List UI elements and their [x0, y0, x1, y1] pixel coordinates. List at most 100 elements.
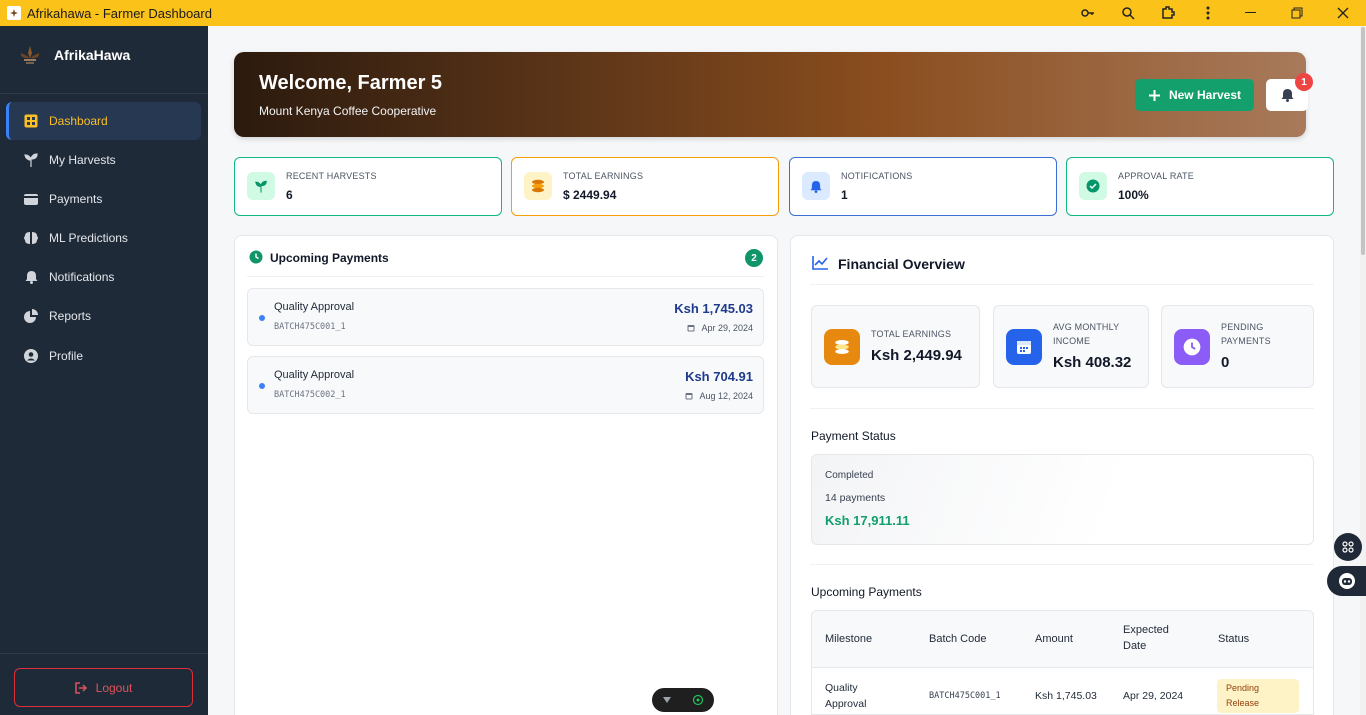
wallet-icon [21, 193, 41, 206]
stat-label: TOTAL EARNINGS [563, 171, 644, 181]
status-badge: Pending Release [1217, 679, 1299, 713]
key-icon[interactable] [1068, 0, 1108, 26]
coffee-logo-icon [21, 46, 39, 64]
badge-line: Release [1226, 698, 1260, 708]
upcoming-count-badge: 2 [745, 249, 763, 267]
stat-value: 100% [1118, 188, 1149, 202]
financial-overview-title: Financial Overview [838, 256, 965, 272]
command-shortcut-button[interactable] [1334, 533, 1362, 561]
stat-label: APPROVAL RATE [1118, 171, 1194, 181]
sidebar-item-label: My Harvests [49, 153, 116, 167]
payment-date-text: Apr 29, 2024 [701, 323, 753, 333]
finance-card-total-earnings: TOTAL EARNINGS Ksh 2,449.94 [811, 305, 980, 388]
panel-divider [810, 564, 1314, 565]
sidebar: AfrikaHawa Dashboard My Harvests Payment… [0, 26, 208, 715]
minimize-button[interactable] [1228, 0, 1274, 26]
assistant-button[interactable] [1327, 566, 1366, 596]
column-header-expected-date[interactable]: Expected Date [1123, 622, 1169, 654]
cell-line: Approval [825, 698, 867, 710]
plus-icon [1148, 89, 1160, 101]
more-menu-icon[interactable] [1188, 0, 1228, 26]
extensions-icon[interactable] [1148, 0, 1188, 26]
payment-status-amount: Ksh 17,911.11 [825, 513, 910, 528]
sidebar-item-my-harvests[interactable]: My Harvests [6, 141, 201, 179]
finance-card-label: AVG MONTHLY INCOME [1053, 320, 1119, 348]
sidebar-item-ml-predictions[interactable]: ML Predictions [6, 219, 201, 257]
bell-icon [1281, 89, 1293, 102]
window-titlebar: Afrikahawa - Farmer Dashboard [0, 0, 1366, 26]
list-item[interactable]: Quality Approval BATCH475C002_1 Ksh 704.… [247, 356, 764, 414]
finance-card-value: Ksh 2,449.94 [871, 347, 962, 364]
sidebar-item-payments[interactable]: Payments [6, 180, 201, 218]
payment-amount: Ksh 704.91 [685, 369, 753, 384]
upcoming-table-title: Upcoming Payments [811, 585, 922, 599]
stat-label: NOTIFICATIONS [841, 171, 913, 181]
scrollbar-thumb[interactable] [1361, 27, 1365, 255]
notification-count-badge: 1 [1295, 73, 1313, 91]
seedling-icon [21, 153, 41, 167]
calendar-icon [685, 393, 693, 400]
floating-dock [652, 688, 714, 712]
cell-batch: BATCH475C001_1 [929, 691, 1001, 701]
stat-label: RECENT HARVESTS [286, 171, 377, 181]
payment-date: Apr 29, 2024 [687, 323, 753, 333]
column-header-batch[interactable]: Batch Code [929, 631, 986, 647]
finance-card-pending-payments: PENDING PAYMENTS 0 [1161, 305, 1314, 388]
finance-card-value: Ksh 408.32 [1053, 354, 1132, 371]
panel-divider [810, 408, 1314, 409]
coins-icon [824, 329, 860, 365]
column-header-status[interactable]: Status [1218, 631, 1249, 647]
payment-date: Aug 12, 2024 [685, 391, 753, 401]
bell-icon [802, 172, 830, 200]
upcoming-payments-table: Milestone Batch Code Amount Expected Date… [811, 610, 1314, 715]
logout-button[interactable]: Logout [14, 668, 193, 707]
cell-milestone: Quality Approval [825, 680, 866, 712]
list-item[interactable]: Quality Approval BATCH475C001_1 Ksh 1,74… [247, 288, 764, 346]
window-title: Afrikahawa - Farmer Dashboard [27, 5, 212, 21]
column-header-milestone[interactable]: Milestone [825, 631, 872, 647]
bell-icon [21, 270, 41, 284]
panel-divider [810, 284, 1314, 285]
payment-status-title: Payment Status [811, 429, 896, 443]
stat-card-total-earnings: TOTAL EARNINGS $ 2449.94 [511, 157, 779, 216]
cell-amount: Ksh 1,745.03 [1035, 690, 1097, 702]
check-circle-icon [1079, 172, 1107, 200]
sidebar-item-notifications[interactable]: Notifications [6, 258, 201, 296]
calendar-icon [1006, 329, 1042, 365]
new-harvest-button[interactable]: New Harvest [1135, 79, 1254, 111]
sidebar-item-dashboard[interactable]: Dashboard [6, 102, 201, 140]
close-button[interactable] [1320, 0, 1366, 26]
cell-date: Apr 29, 2024 [1123, 690, 1184, 702]
brand[interactable]: AfrikaHawa [18, 44, 130, 66]
welcome-banner: Welcome, Farmer 5 Mount Kenya Coffee Coo… [234, 52, 1313, 137]
pie-chart-icon [21, 309, 41, 323]
table-header: Milestone Batch Code Amount Expected Date… [812, 611, 1313, 668]
sidebar-item-label: ML Predictions [49, 231, 128, 245]
chevron-down-icon[interactable] [662, 696, 672, 704]
target-icon[interactable] [692, 694, 704, 706]
payment-milestone: Quality Approval [274, 301, 355, 313]
main-content: Welcome, Farmer 5 Mount Kenya Coffee Coo… [208, 26, 1360, 715]
cooperative-name: Mount Kenya Coffee Cooperative [259, 104, 437, 118]
finance-card-label: TOTAL EARNINGS [871, 329, 952, 339]
seedling-icon [247, 172, 275, 200]
welcome-heading: Welcome, Farmer 5 [259, 72, 443, 94]
column-header-amount[interactable]: Amount [1035, 631, 1073, 647]
restore-button[interactable] [1274, 0, 1320, 26]
clock-icon [249, 250, 263, 264]
chart-line-icon [812, 256, 828, 270]
sidebar-item-profile[interactable]: Profile [6, 337, 201, 375]
stat-card-notifications: NOTIFICATIONS 1 [789, 157, 1057, 216]
label-line: PENDING [1221, 322, 1264, 332]
sidebar-divider [0, 93, 208, 94]
stat-value: $ 2449.94 [563, 188, 617, 202]
app-logo-icon [7, 6, 21, 20]
sidebar-item-reports[interactable]: Reports [6, 297, 201, 335]
zoom-icon[interactable] [1108, 0, 1148, 26]
coins-icon [524, 172, 552, 200]
finance-card-value: 0 [1221, 354, 1230, 371]
badge-line: Pending [1226, 683, 1260, 693]
sidebar-item-label: Reports [49, 309, 92, 323]
sidebar-item-label: Payments [49, 192, 103, 206]
stat-card-approval-rate: APPROVAL RATE 100% [1066, 157, 1334, 216]
